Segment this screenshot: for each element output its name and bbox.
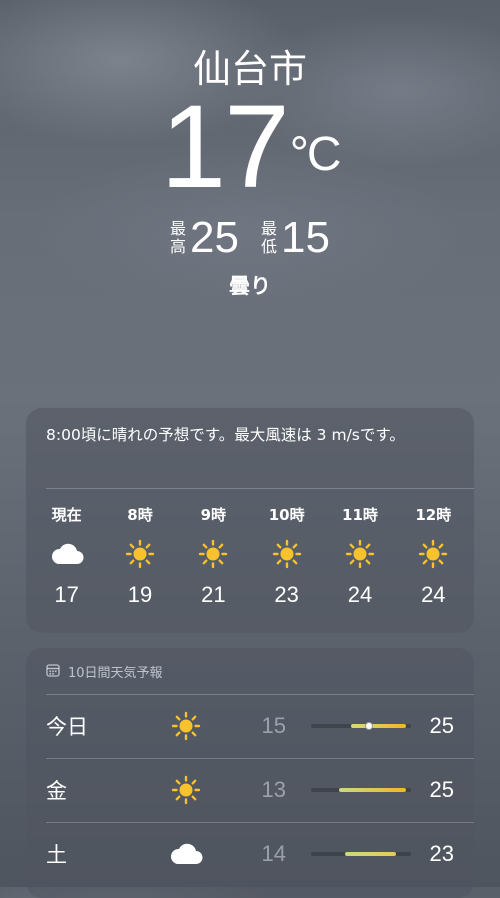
day-name: 金 (46, 779, 67, 803)
low-temperature: 最低 15 (261, 214, 330, 262)
daily-row[interactable]: 金 13 25 (46, 758, 474, 822)
high-value: 25 (190, 213, 239, 262)
day-high: 25 (429, 777, 454, 802)
low-label-bottom: 低 (261, 237, 278, 256)
sun-icon (272, 534, 302, 574)
hour-item: 9時 21 (177, 504, 250, 608)
temperature-value: 17 (160, 81, 289, 213)
divider (46, 488, 474, 489)
daily-row[interactable]: 土 14 23 (46, 822, 474, 886)
day-low: 13 (261, 777, 286, 802)
day-high: 23 (429, 841, 454, 866)
hour-time: 9時 (200, 506, 227, 524)
sun-icon (156, 775, 216, 805)
cloud-icon (50, 534, 84, 574)
calendar-icon (46, 663, 60, 681)
hour-temp: 23 (274, 582, 299, 607)
day-name: 土 (46, 843, 67, 867)
day-name: 今日 (46, 715, 88, 739)
hour-item: 10時 23 (250, 504, 323, 608)
weather-condition: 曇り (229, 274, 271, 298)
cloud-icon (156, 843, 216, 865)
day-low: 14 (261, 841, 286, 866)
sun-icon (156, 711, 216, 741)
hour-temp: 19 (127, 582, 153, 607)
daily-row[interactable]: 今日 15 25 (46, 694, 474, 758)
hour-temp: 24 (347, 582, 373, 607)
current-temperature-marker (365, 722, 373, 730)
sun-icon (418, 534, 448, 574)
high-label-bottom: 高 (170, 237, 187, 256)
temperature-range-bar (311, 788, 411, 792)
hour-time: 8時 (127, 506, 153, 524)
daily-forecast-title: 10日間天気予報 (68, 666, 163, 681)
current-weather-header: 仙台市 17°C 最高 25 最低 15 曇り (0, 0, 500, 400)
hour-time: 11時 (342, 506, 378, 524)
daily-forecast-header: 10日間天気予報 (46, 662, 163, 681)
temperature-unit: °C (289, 128, 342, 181)
temperature-range-bar (311, 852, 411, 856)
divider (46, 758, 474, 759)
hour-time: 10時 (268, 506, 305, 524)
day-low: 15 (261, 713, 286, 738)
divider (46, 694, 474, 695)
hourly-forecast-list[interactable]: 現在 17 8時 19 9時 21 10時 23 11時 24 12時 24 (30, 504, 470, 608)
range-fill (339, 788, 406, 792)
hour-temp: 17 (54, 582, 79, 607)
hour-temp: 21 (201, 582, 226, 607)
day-high: 25 (429, 713, 454, 738)
hourly-forecast-card[interactable]: 8:00頃に晴れの予想です。最大風速は 3 m/sです。 現在 17 8時 19… (26, 408, 474, 633)
hour-item: 12時 24 (397, 504, 470, 608)
range-fill (351, 724, 406, 728)
hour-item: 11時 24 (323, 504, 396, 608)
sun-icon (198, 534, 228, 574)
range-fill (345, 852, 396, 856)
forecast-summary: 8:00頃に晴れの予想です。最大風速は 3 m/sです。 (46, 426, 405, 444)
high-low-temperatures: 最高 25 最低 15 (0, 214, 500, 262)
sun-icon (125, 534, 155, 574)
hour-item: 現在 17 (30, 504, 103, 608)
hour-time: 12時 (415, 506, 452, 524)
hour-temp: 24 (421, 582, 446, 607)
low-value: 15 (281, 213, 330, 262)
sun-icon (345, 534, 375, 574)
temperature-range-bar (311, 722, 411, 730)
current-temperature: 17°C (0, 88, 500, 206)
high-temperature: 最高 25 (170, 214, 239, 262)
hour-time: 現在 (51, 506, 82, 524)
hour-item: 8時 19 (103, 504, 176, 608)
high-label-top: 最 (170, 219, 187, 238)
daily-forecast-card[interactable]: 10日間天気予報 今日 15 25 金 13 25 土 14 23 (26, 648, 474, 898)
divider (46, 822, 474, 823)
low-label-top: 最 (261, 219, 278, 238)
